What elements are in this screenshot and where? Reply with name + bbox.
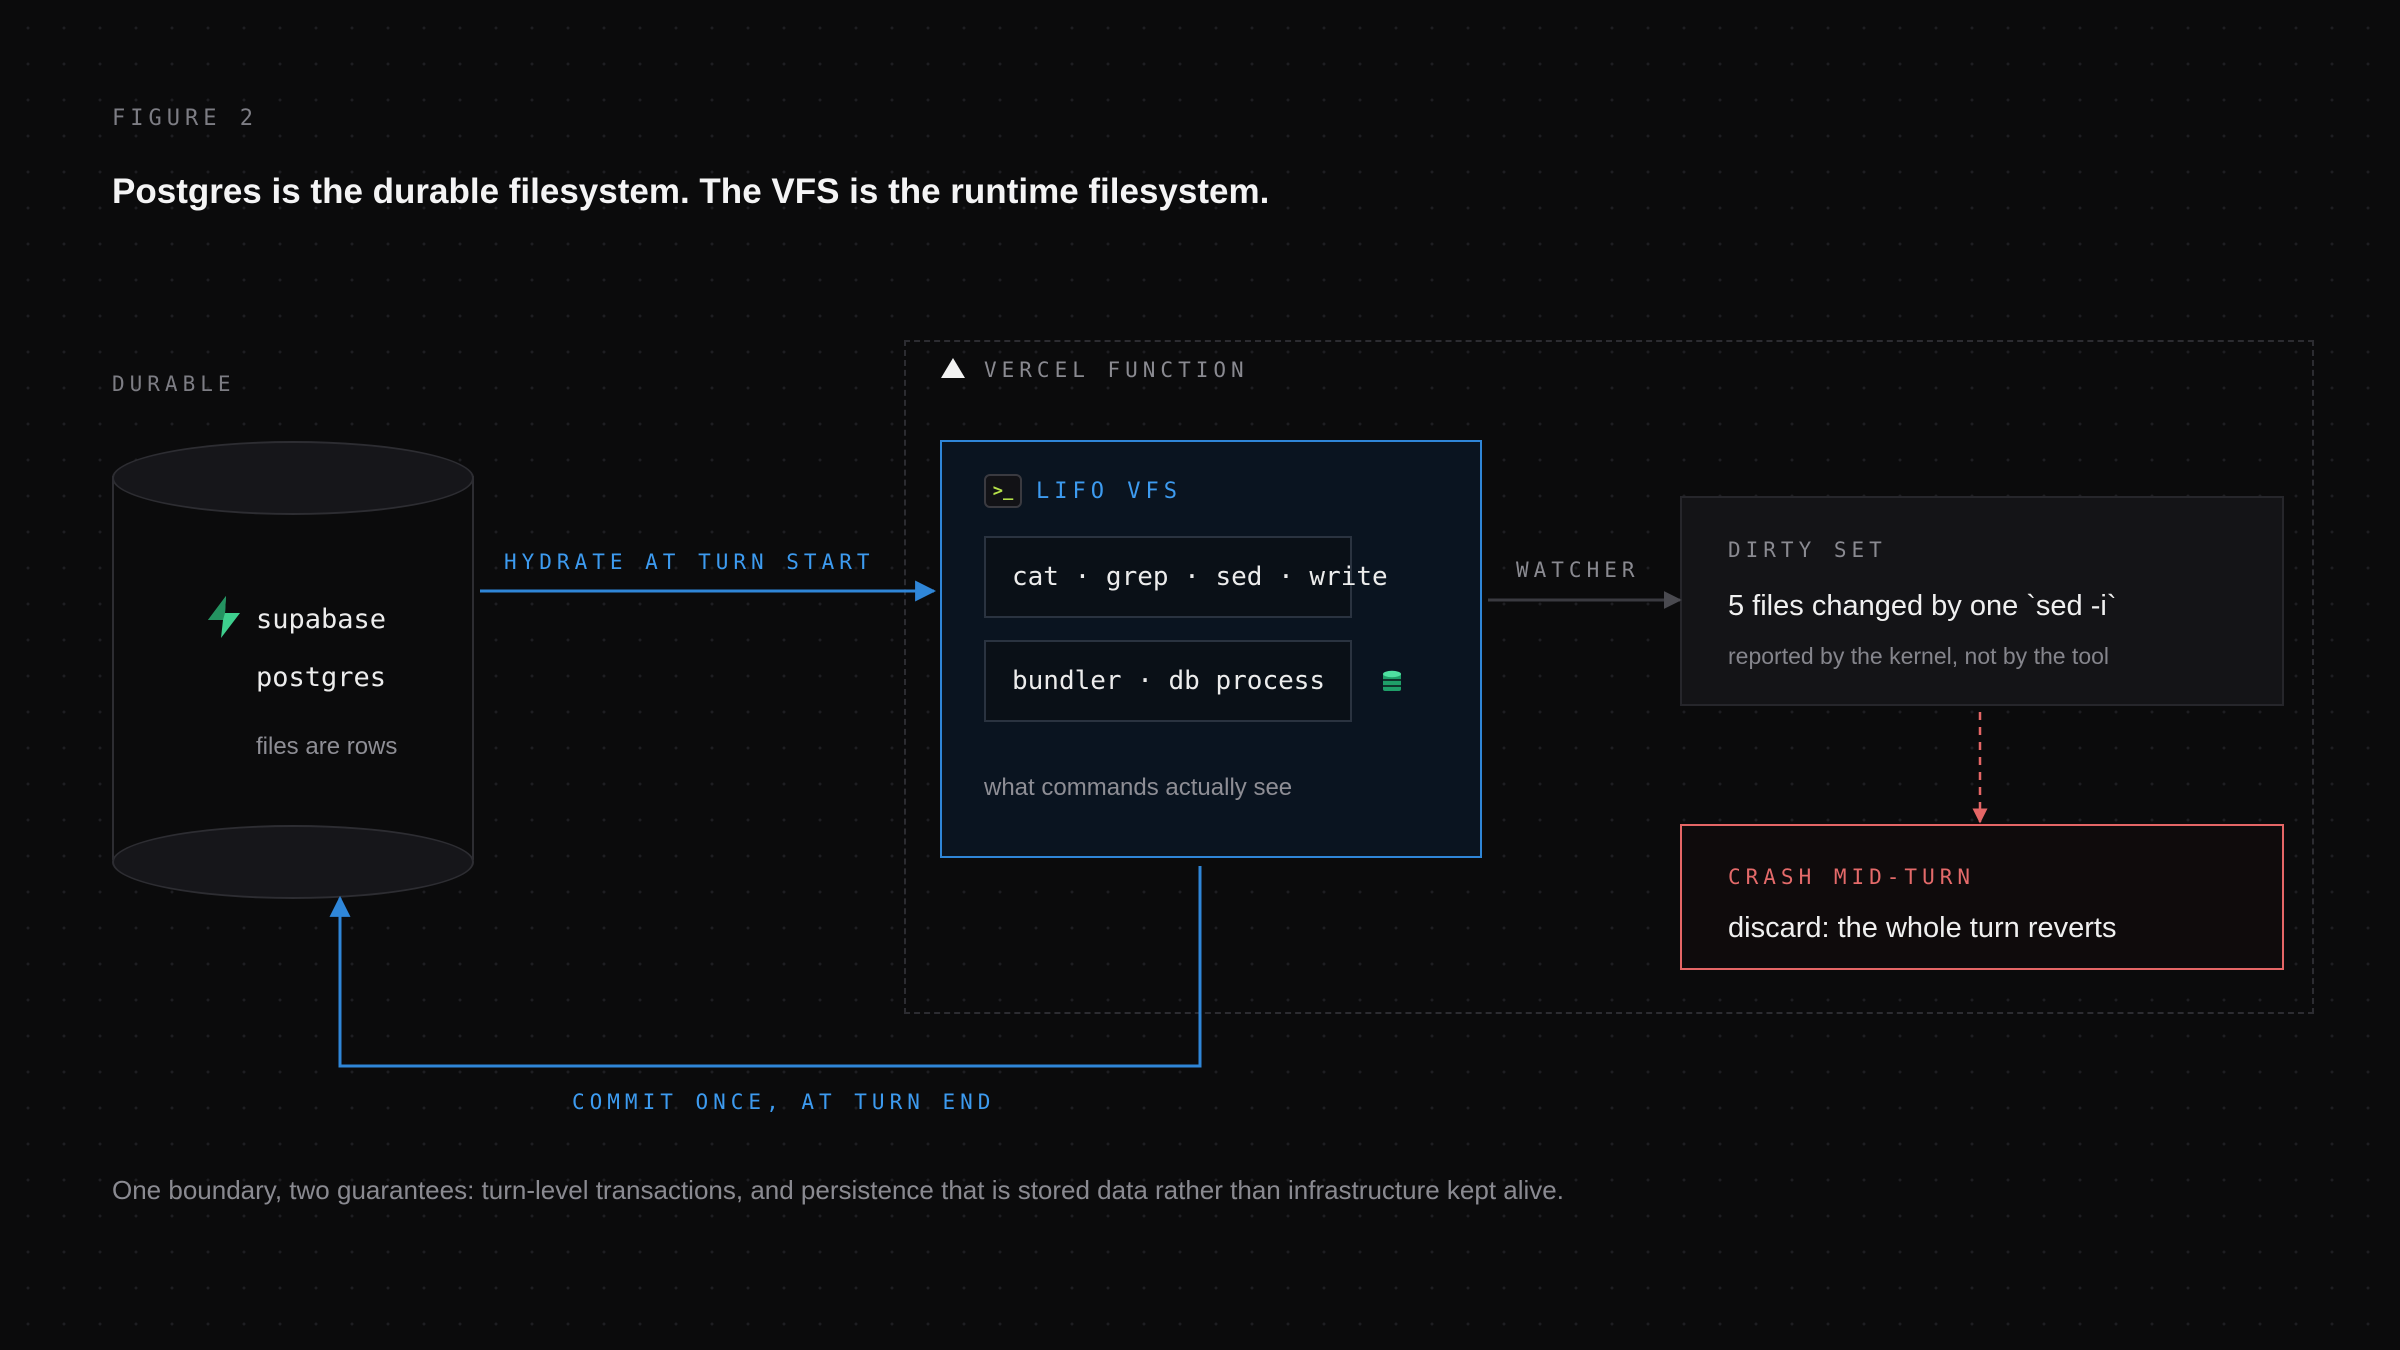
figure-caption: One boundary, two guarantees: turn-level… xyxy=(112,1175,1564,1205)
commit-arrow xyxy=(329,866,1202,1068)
watcher-edge-label: WATCHER xyxy=(1516,558,1640,582)
diagram-edges xyxy=(329,580,1988,1068)
hydrate-edge-label: HYDRATE AT TURN START xyxy=(504,550,875,574)
commit-edge-label: COMMIT ONCE, AT TURN END xyxy=(572,1090,996,1114)
